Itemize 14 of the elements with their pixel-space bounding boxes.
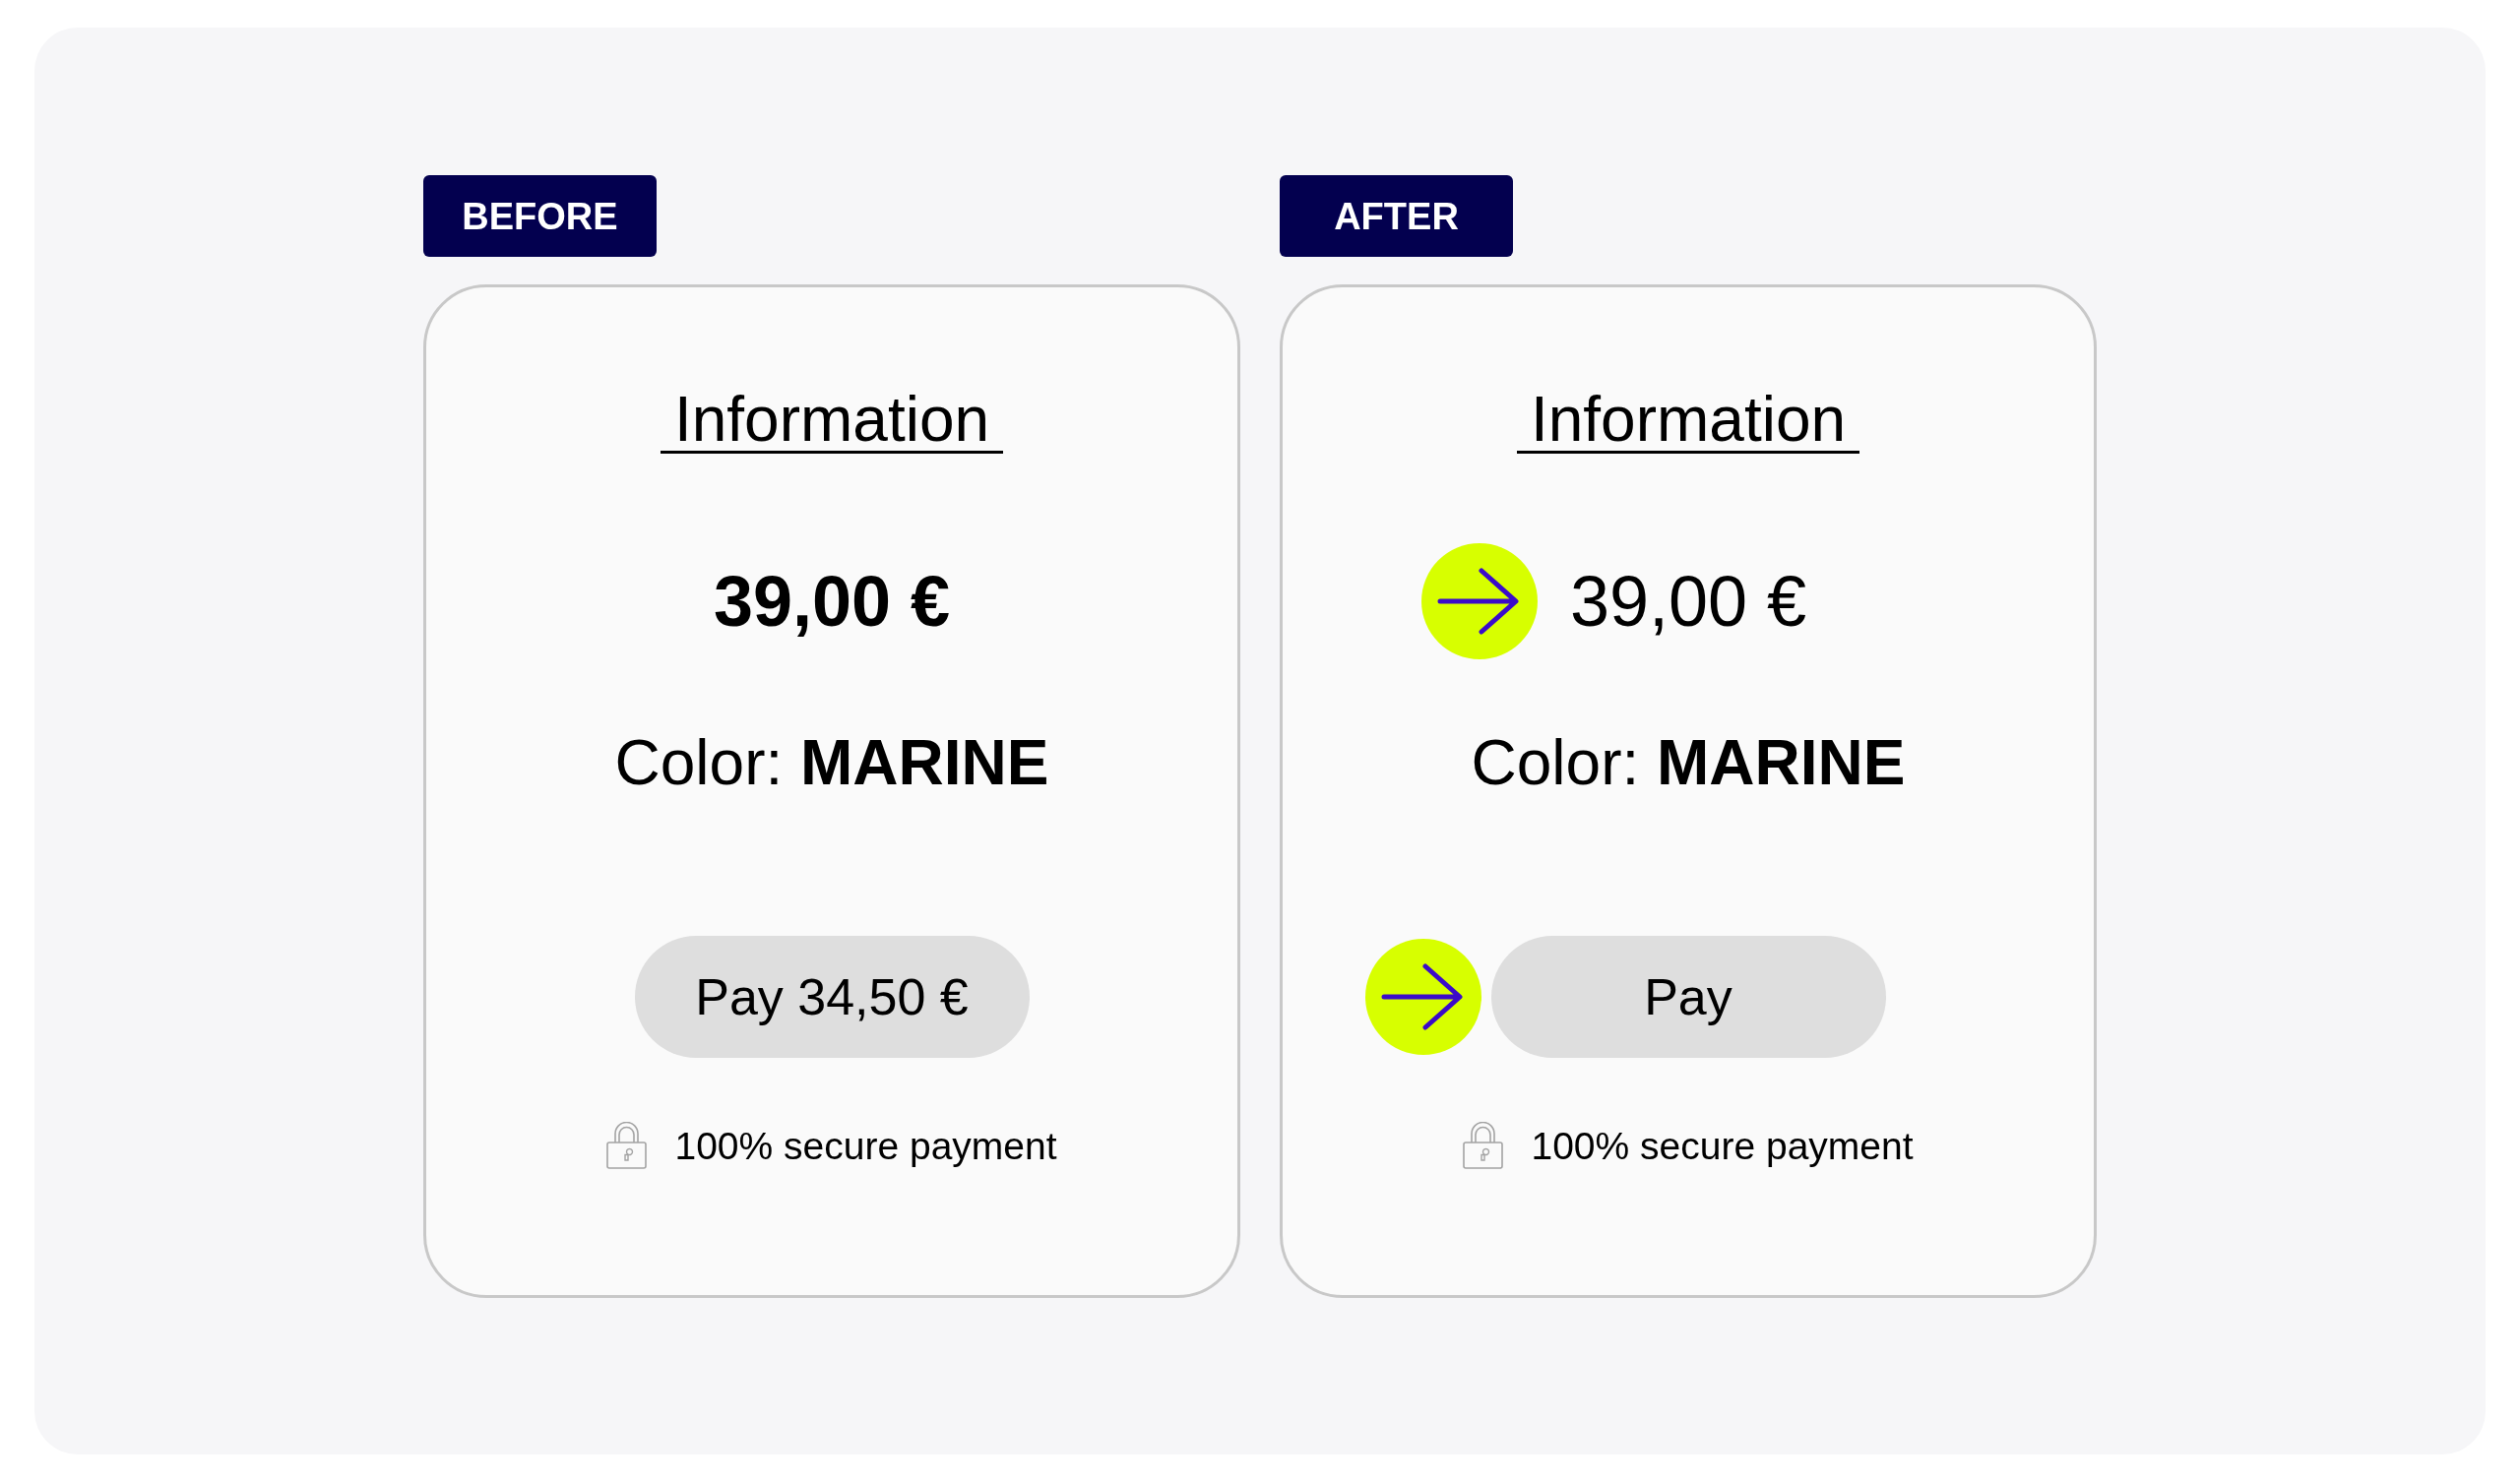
lock-icon xyxy=(606,1122,648,1169)
pay-button[interactable]: Pay 34,50 € xyxy=(634,936,1030,1058)
secure-payment-text: 100% secure payment xyxy=(674,1126,1057,1165)
color-text: Color: MARINE xyxy=(1471,731,1906,794)
card-heading: Information xyxy=(1516,388,1860,454)
section-tag: AFTER xyxy=(1280,175,1513,257)
price-text: 39,00 € xyxy=(1569,566,1807,637)
price-text: 39,00 € xyxy=(713,566,951,637)
color-text: Color: MARINE xyxy=(614,731,1049,794)
card-heading: Information xyxy=(660,388,1004,454)
pay-button[interactable]: Pay xyxy=(1490,936,1886,1058)
section-tag: BEFORE xyxy=(423,175,657,257)
lock-icon xyxy=(1463,1122,1504,1169)
secure-payment-text: 100% secure payment xyxy=(1531,1126,1914,1165)
